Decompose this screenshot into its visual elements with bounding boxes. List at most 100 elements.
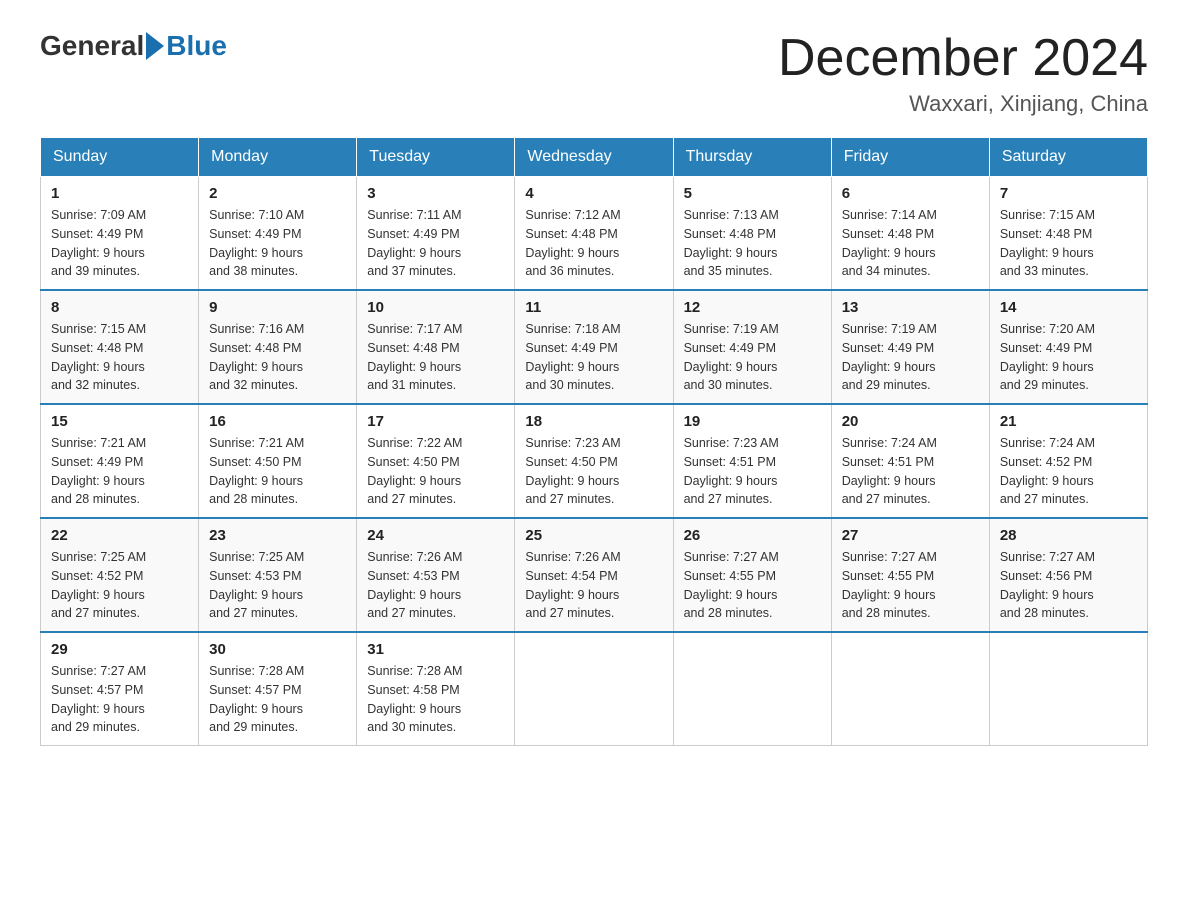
- calendar-cell: 31Sunrise: 7:28 AMSunset: 4:58 PMDayligh…: [357, 632, 515, 746]
- day-number: 5: [684, 185, 821, 202]
- calendar-cell: 23Sunrise: 7:25 AMSunset: 4:53 PMDayligh…: [199, 518, 357, 632]
- calendar-cell: 20 Sunrise: 7:24 AMSunset: 4:51 PMDayligh…: [831, 404, 989, 518]
- day-info: Sunrise: 7:16 AMSunset: 4:48 PMDaylight:…: [209, 320, 346, 395]
- calendar-cell: 18 Sunrise: 7:23 AMSunset: 4:50 PMDayligh…: [515, 404, 673, 518]
- day-number: 29: [51, 641, 188, 658]
- day-info: Sunrise: 7:24 AMSunset: 4:52 PMDaylight:…: [1000, 434, 1137, 509]
- calendar-header-row: SundayMondayTuesdayWednesdayThursdayFrid…: [41, 138, 1148, 177]
- day-number: 3: [367, 185, 504, 202]
- calendar-cell: 28Sunrise: 7:27 AMSunset: 4:56 PMDayligh…: [989, 518, 1147, 632]
- day-info: Sunrise: 7:28 AMSunset: 4:57 PMDaylight:…: [209, 662, 346, 737]
- week-row-2: 8 Sunrise: 7:15 AMSunset: 4:48 PMDaylight…: [41, 290, 1148, 404]
- logo: General Blue: [40, 30, 227, 62]
- day-number: 14: [1000, 299, 1137, 316]
- day-info: Sunrise: 7:25 AMSunset: 4:52 PMDaylight:…: [51, 548, 188, 623]
- calendar-cell: [515, 632, 673, 746]
- calendar-cell: 19 Sunrise: 7:23 AMSunset: 4:51 PMDayligh…: [673, 404, 831, 518]
- day-number: 11: [525, 299, 662, 316]
- day-info: Sunrise: 7:26 AMSunset: 4:54 PMDaylight:…: [525, 548, 662, 623]
- calendar-cell: 22 Sunrise: 7:25 AMSunset: 4:52 PMDayligh…: [41, 518, 199, 632]
- logo-arrow-icon: [146, 32, 164, 60]
- day-info: Sunrise: 7:24 AMSunset: 4:51 PMDaylight:…: [842, 434, 979, 509]
- day-info: Sunrise: 7:09 AMSunset: 4:49 PMDaylight:…: [51, 206, 188, 281]
- day-number: 22: [51, 527, 188, 544]
- day-number: 30: [209, 641, 346, 658]
- calendar-cell: 16 Sunrise: 7:21 AMSunset: 4:50 PMDayligh…: [199, 404, 357, 518]
- day-number: 21: [1000, 413, 1137, 430]
- day-info: Sunrise: 7:19 AMSunset: 4:49 PMDaylight:…: [842, 320, 979, 395]
- day-info: Sunrise: 7:27 AMSunset: 4:55 PMDaylight:…: [684, 548, 821, 623]
- day-number: 26: [684, 527, 821, 544]
- day-number: 7: [1000, 185, 1137, 202]
- day-info: Sunrise: 7:15 AMSunset: 4:48 PMDaylight:…: [1000, 206, 1137, 281]
- day-info: Sunrise: 7:18 AMSunset: 4:49 PMDaylight:…: [525, 320, 662, 395]
- day-number: 17: [367, 413, 504, 430]
- day-number: 28: [1000, 527, 1137, 544]
- day-number: 16: [209, 413, 346, 430]
- day-number: 13: [842, 299, 979, 316]
- location-text: Waxxari, Xinjiang, China: [778, 91, 1148, 117]
- day-info: Sunrise: 7:27 AMSunset: 4:57 PMDaylight:…: [51, 662, 188, 737]
- calendar-cell: 7 Sunrise: 7:15 AMSunset: 4:48 PMDaylight…: [989, 177, 1147, 291]
- day-number: 8: [51, 299, 188, 316]
- title-section: December 2024 Waxxari, Xinjiang, China: [778, 30, 1148, 117]
- day-number: 19: [684, 413, 821, 430]
- day-info: Sunrise: 7:21 AMSunset: 4:49 PMDaylight:…: [51, 434, 188, 509]
- day-number: 10: [367, 299, 504, 316]
- calendar-table: SundayMondayTuesdayWednesdayThursdayFrid…: [40, 137, 1148, 746]
- day-number: 24: [367, 527, 504, 544]
- calendar-cell: 3 Sunrise: 7:11 AMSunset: 4:49 PMDaylight…: [357, 177, 515, 291]
- day-info: Sunrise: 7:19 AMSunset: 4:49 PMDaylight:…: [684, 320, 821, 395]
- day-info: Sunrise: 7:13 AMSunset: 4:48 PMDaylight:…: [684, 206, 821, 281]
- calendar-cell: 6Sunrise: 7:14 AMSunset: 4:48 PMDaylight…: [831, 177, 989, 291]
- day-info: Sunrise: 7:21 AMSunset: 4:50 PMDaylight:…: [209, 434, 346, 509]
- calendar-cell: 14Sunrise: 7:20 AMSunset: 4:49 PMDayligh…: [989, 290, 1147, 404]
- calendar-cell: 17 Sunrise: 7:22 AMSunset: 4:50 PMDayligh…: [357, 404, 515, 518]
- day-info: Sunrise: 7:26 AMSunset: 4:53 PMDaylight:…: [367, 548, 504, 623]
- day-info: Sunrise: 7:25 AMSunset: 4:53 PMDaylight:…: [209, 548, 346, 623]
- week-row-5: 29 Sunrise: 7:27 AMSunset: 4:57 PMDayligh…: [41, 632, 1148, 746]
- day-number: 27: [842, 527, 979, 544]
- calendar-cell: 4Sunrise: 7:12 AMSunset: 4:48 PMDaylight…: [515, 177, 673, 291]
- week-row-1: 1 Sunrise: 7:09 AMSunset: 4:49 PMDaylight…: [41, 177, 1148, 291]
- day-info: Sunrise: 7:14 AMSunset: 4:48 PMDaylight:…: [842, 206, 979, 281]
- day-header-sunday: Sunday: [41, 138, 199, 177]
- day-number: 18: [525, 413, 662, 430]
- day-info: Sunrise: 7:22 AMSunset: 4:50 PMDaylight:…: [367, 434, 504, 509]
- day-info: Sunrise: 7:23 AMSunset: 4:51 PMDaylight:…: [684, 434, 821, 509]
- calendar-cell: 8 Sunrise: 7:15 AMSunset: 4:48 PMDaylight…: [41, 290, 199, 404]
- calendar-cell: [989, 632, 1147, 746]
- day-number: 1: [51, 185, 188, 202]
- logo-general-text: General: [40, 30, 144, 62]
- day-info: Sunrise: 7:15 AMSunset: 4:48 PMDaylight:…: [51, 320, 188, 395]
- day-number: 31: [367, 641, 504, 658]
- calendar-cell: 26 Sunrise: 7:27 AMSunset: 4:55 PMDayligh…: [673, 518, 831, 632]
- calendar-cell: 1 Sunrise: 7:09 AMSunset: 4:49 PMDaylight…: [41, 177, 199, 291]
- day-header-saturday: Saturday: [989, 138, 1147, 177]
- day-number: 20: [842, 413, 979, 430]
- day-info: Sunrise: 7:11 AMSunset: 4:49 PMDaylight:…: [367, 206, 504, 281]
- week-row-3: 15Sunrise: 7:21 AMSunset: 4:49 PMDayligh…: [41, 404, 1148, 518]
- day-number: 12: [684, 299, 821, 316]
- day-header-tuesday: Tuesday: [357, 138, 515, 177]
- calendar-cell: 12 Sunrise: 7:19 AMSunset: 4:49 PMDayligh…: [673, 290, 831, 404]
- week-row-4: 22 Sunrise: 7:25 AMSunset: 4:52 PMDayligh…: [41, 518, 1148, 632]
- calendar-cell: 2Sunrise: 7:10 AMSunset: 4:49 PMDaylight…: [199, 177, 357, 291]
- calendar-cell: [673, 632, 831, 746]
- day-info: Sunrise: 7:12 AMSunset: 4:48 PMDaylight:…: [525, 206, 662, 281]
- calendar-cell: 10 Sunrise: 7:17 AMSunset: 4:48 PMDayligh…: [357, 290, 515, 404]
- day-info: Sunrise: 7:27 AMSunset: 4:55 PMDaylight:…: [842, 548, 979, 623]
- calendar-cell: 25Sunrise: 7:26 AMSunset: 4:54 PMDayligh…: [515, 518, 673, 632]
- day-info: Sunrise: 7:23 AMSunset: 4:50 PMDaylight:…: [525, 434, 662, 509]
- calendar-cell: 11 Sunrise: 7:18 AMSunset: 4:49 PMDayligh…: [515, 290, 673, 404]
- calendar-cell: [831, 632, 989, 746]
- calendar-cell: 15Sunrise: 7:21 AMSunset: 4:49 PMDayligh…: [41, 404, 199, 518]
- day-info: Sunrise: 7:17 AMSunset: 4:48 PMDaylight:…: [367, 320, 504, 395]
- calendar-cell: 21 Sunrise: 7:24 AMSunset: 4:52 PMDayligh…: [989, 404, 1147, 518]
- day-header-friday: Friday: [831, 138, 989, 177]
- calendar-cell: 27 Sunrise: 7:27 AMSunset: 4:55 PMDayligh…: [831, 518, 989, 632]
- day-header-thursday: Thursday: [673, 138, 831, 177]
- calendar-cell: 29 Sunrise: 7:27 AMSunset: 4:57 PMDayligh…: [41, 632, 199, 746]
- logo-blue-text: Blue: [166, 30, 227, 62]
- calendar-cell: 30 Sunrise: 7:28 AMSunset: 4:57 PMDayligh…: [199, 632, 357, 746]
